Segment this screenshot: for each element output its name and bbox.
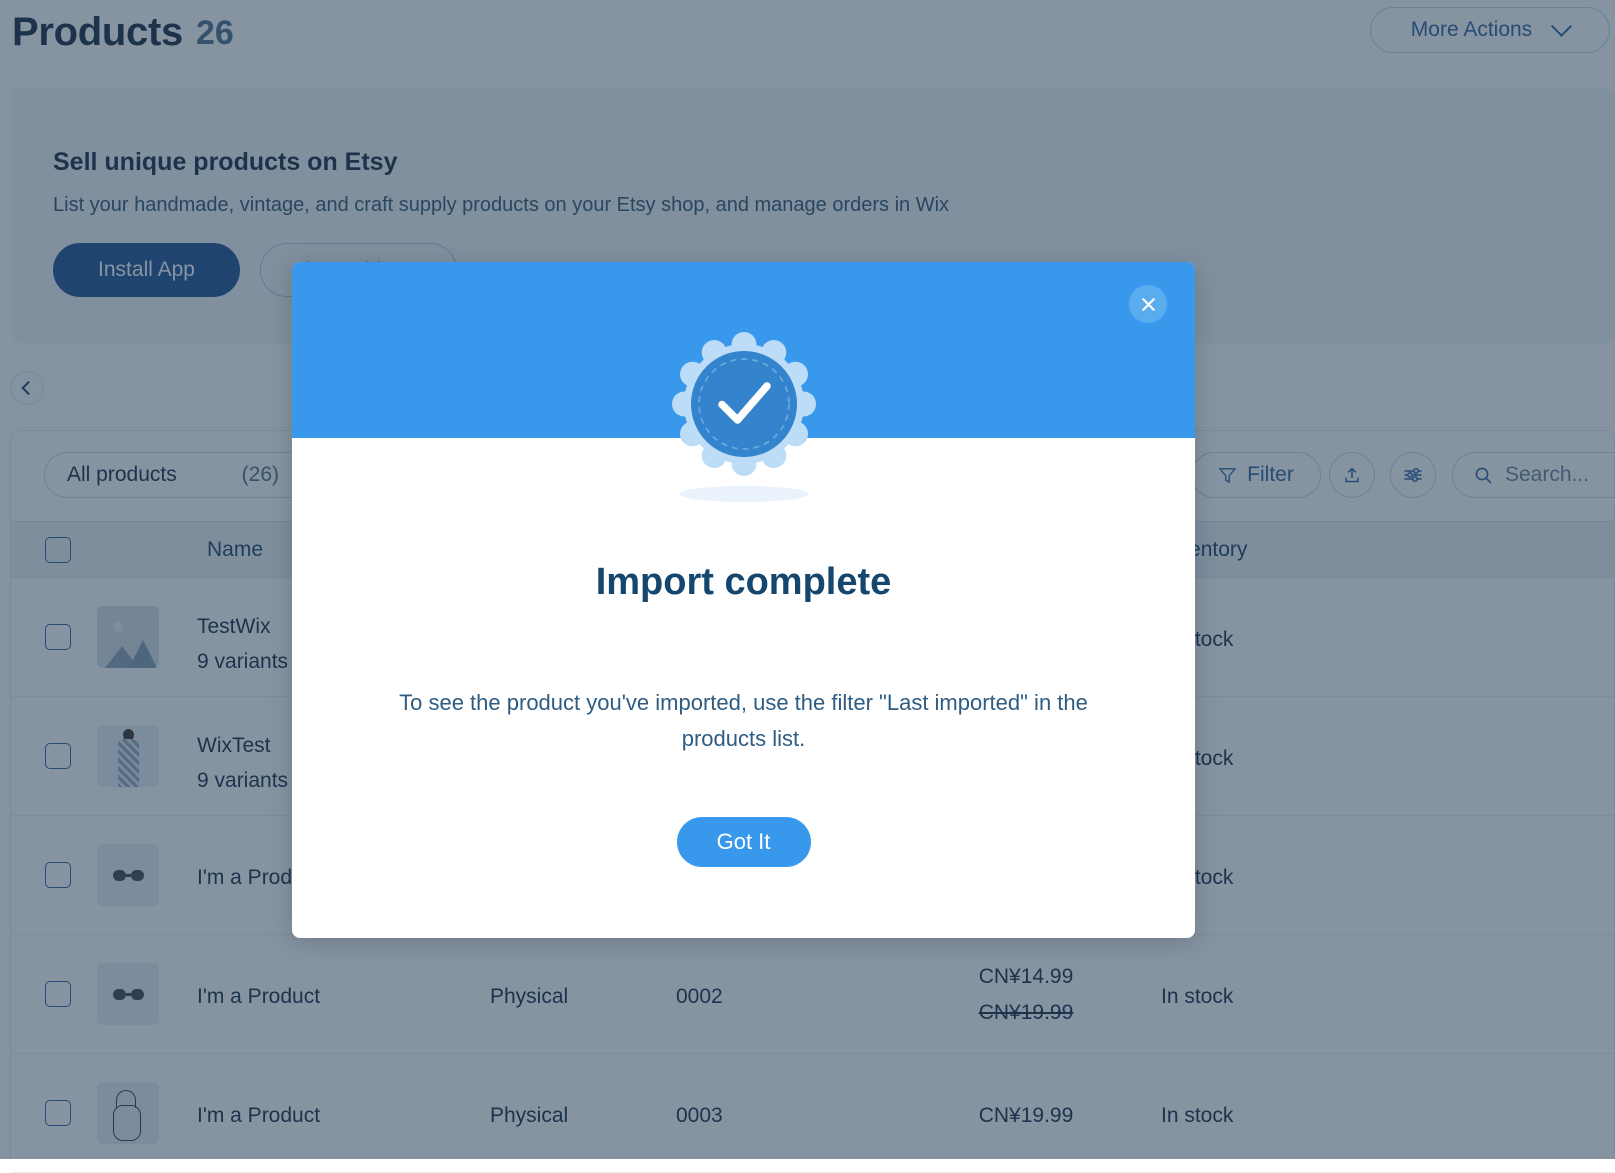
check-badge-icon (670, 330, 818, 478)
close-icon (1139, 295, 1158, 314)
import-complete-modal: Import complete To see the product you'v… (292, 262, 1195, 938)
modal-body-text: To see the product you've imported, use … (370, 685, 1117, 757)
badge-shadow (679, 486, 809, 502)
close-button[interactable] (1129, 285, 1167, 323)
modal-title: Import complete (292, 561, 1195, 604)
got-it-button[interactable]: Got It (677, 817, 811, 867)
